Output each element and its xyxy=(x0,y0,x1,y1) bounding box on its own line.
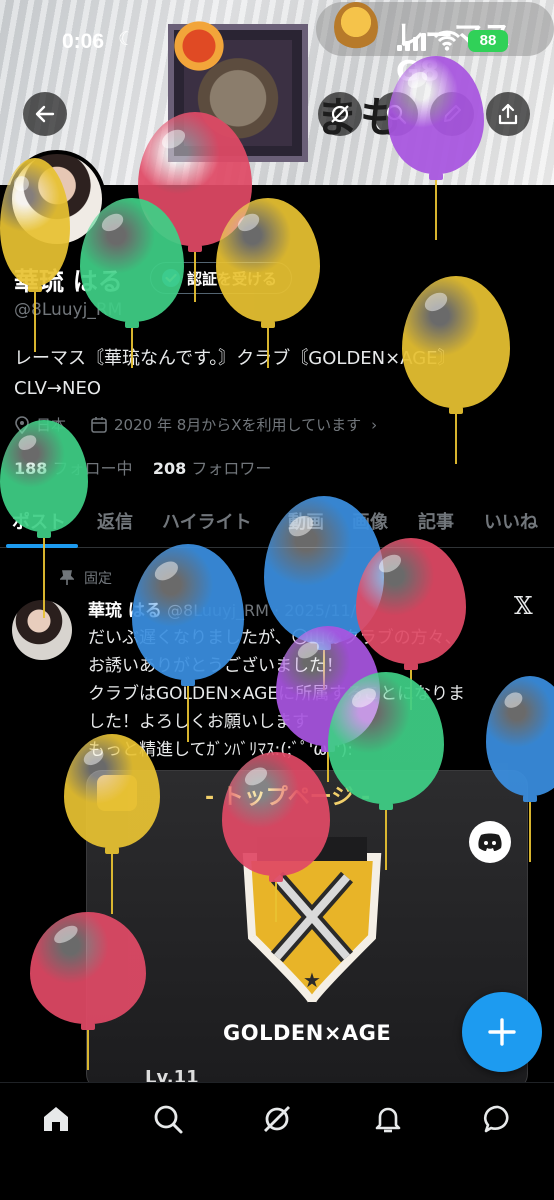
balloon-decoration xyxy=(132,544,244,742)
balloon-decoration xyxy=(388,56,484,240)
followers-count[interactable]: 208 xyxy=(153,459,186,478)
search-icon[interactable] xyxy=(152,1103,184,1135)
x-logo-icon: 𝕏 xyxy=(514,592,533,620)
balloon-decoration xyxy=(0,158,70,352)
grok-icon xyxy=(331,105,349,123)
calendar-icon xyxy=(91,416,107,433)
balloon-decoration xyxy=(30,912,146,1070)
signal-icon xyxy=(397,33,427,51)
share-icon xyxy=(498,103,518,125)
balloon-decoration xyxy=(64,734,160,914)
battery-indicator: 88 xyxy=(468,30,508,52)
balloon-decoration xyxy=(222,752,330,922)
moon-icon: ☾ xyxy=(118,28,136,50)
tab-articles[interactable]: 記事 xyxy=(418,500,454,534)
home-icon[interactable] xyxy=(40,1103,72,1135)
bottom-navigation xyxy=(0,1082,554,1200)
wifi-icon xyxy=(434,30,460,51)
messages-icon[interactable] xyxy=(482,1103,514,1135)
back-arrow-icon xyxy=(35,105,55,123)
svg-text:★: ★ xyxy=(303,968,321,992)
tab-replies[interactable]: 返信 xyxy=(97,500,133,534)
media-club-name: GOLDEN×AGE xyxy=(223,1021,392,1045)
grok-icon[interactable] xyxy=(261,1103,293,1135)
pinned-label: 固定 xyxy=(84,571,112,587)
tab-highlights[interactable]: ハイライト xyxy=(162,500,252,534)
balloon-decoration xyxy=(216,198,320,368)
chevron-right-icon[interactable]: › xyxy=(371,416,377,434)
balloon-decoration xyxy=(80,198,184,368)
followers-label[interactable]: フォロワー xyxy=(191,459,271,478)
tab-likes[interactable]: いいね xyxy=(484,500,538,534)
balloon-decoration xyxy=(402,276,510,464)
notifications-icon[interactable] xyxy=(372,1103,404,1135)
profile-joined: 2020 年 8月からXを利用しています xyxy=(114,416,362,434)
grok-button[interactable] xyxy=(318,92,362,136)
plus-icon xyxy=(488,1018,516,1046)
balloon-decoration xyxy=(328,672,444,870)
compose-button[interactable] xyxy=(462,992,542,1072)
share-button[interactable] xyxy=(486,92,530,136)
balloon-decoration xyxy=(486,676,554,862)
balloon-decoration xyxy=(0,420,88,618)
status-time: 0:06 xyxy=(62,30,105,53)
back-button[interactable] xyxy=(23,92,67,136)
